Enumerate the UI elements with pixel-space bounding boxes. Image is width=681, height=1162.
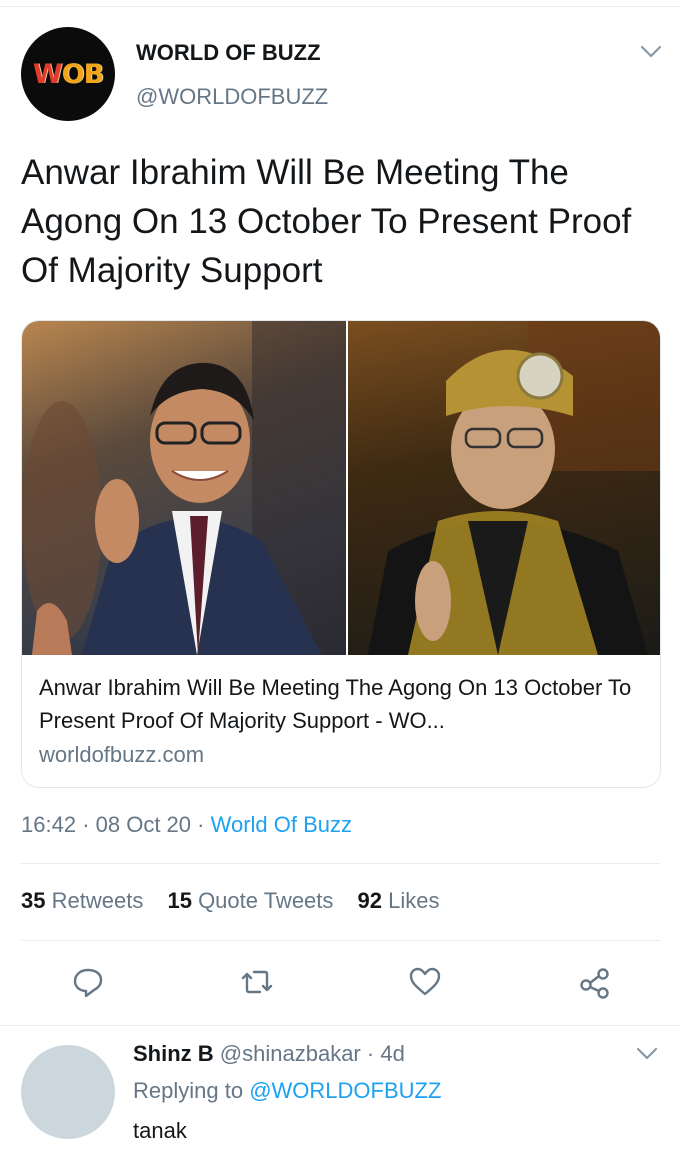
reply-icon: [72, 966, 104, 1003]
card-title: Anwar Ibrahim Will Be Meeting The Agong …: [39, 675, 632, 733]
card-image-right-photo: [348, 321, 660, 655]
tweet-source-link[interactable]: World Of Buzz: [211, 812, 352, 837]
reply-header: Shinz B @shinazbakar · 4d: [133, 1041, 405, 1067]
tweet-timestamp: 16:42 · 08 Oct 20 · World Of Buzz: [21, 812, 352, 838]
quote-tweets-count: 15: [167, 888, 192, 913]
card-image: [22, 321, 660, 655]
replying-to-label: Replying to: [133, 1078, 244, 1103]
like-icon: [408, 966, 442, 1003]
reply-text: tanak: [133, 1118, 187, 1143]
link-card[interactable]: Anwar Ibrahim Will Be Meeting The Agong …: [21, 320, 661, 788]
card-domain: worldofbuzz.com: [39, 742, 205, 767]
retweets-stat[interactable]: 35 Retweets: [21, 888, 143, 913]
reply-section-divider: [0, 1025, 681, 1026]
replying-to: Replying to @WORLDOFBUZZ: [133, 1078, 441, 1104]
divider: [21, 940, 660, 941]
card-image-left-photo: [22, 321, 346, 655]
reply-age: 4d: [380, 1041, 405, 1066]
tweet-stats: 35 Retweets 15 Quote Tweets 92 Likes: [21, 888, 458, 914]
likes-count: 92: [357, 888, 383, 913]
reply-author-handle[interactable]: @shinazbakar: [220, 1041, 361, 1066]
retweet-button[interactable]: [239, 965, 275, 1003]
replying-to-mention[interactable]: @WORLDOFBUZZ: [249, 1078, 441, 1103]
author-handle[interactable]: @WORLDOFBUZZ: [136, 84, 328, 110]
meta-dot: ·: [366, 1041, 375, 1066]
divider: [21, 863, 660, 864]
author-name[interactable]: WORLD OF BUZZ: [136, 40, 321, 66]
quote-tweets-stat[interactable]: 15 Quote Tweets: [167, 888, 333, 913]
likes-stat[interactable]: 92 Likes: [358, 888, 440, 913]
like-button[interactable]: [407, 965, 443, 1003]
quote-tweets-label: Quote Tweets: [198, 888, 334, 913]
likes-label: Likes: [388, 888, 440, 913]
share-icon: [578, 965, 612, 1004]
reply-menu-chevron-icon[interactable]: [635, 1046, 659, 1062]
reply-button[interactable]: [70, 965, 106, 1003]
author-avatar[interactable]: WOB: [21, 27, 115, 121]
top-divider: [0, 6, 681, 7]
tweet-menu-chevron-icon[interactable]: [639, 44, 663, 60]
tweet-date: 08 Oct 20: [95, 812, 192, 837]
retweet-icon: [240, 966, 274, 1003]
retweets-label: Retweets: [51, 888, 144, 913]
share-button[interactable]: [577, 965, 613, 1003]
retweets-count: 35: [21, 888, 46, 913]
reply-author-avatar[interactable]: [21, 1045, 115, 1139]
meta-dot: ·: [82, 812, 90, 837]
reply-author-name[interactable]: Shinz B: [133, 1041, 214, 1066]
avatar-logo-text: WOB: [32, 58, 104, 90]
tweet-time: 16:42: [21, 812, 77, 837]
tweet-text: Anwar Ibrahim Will Be Meeting The Agong …: [21, 153, 632, 290]
meta-dot: ·: [197, 812, 205, 837]
